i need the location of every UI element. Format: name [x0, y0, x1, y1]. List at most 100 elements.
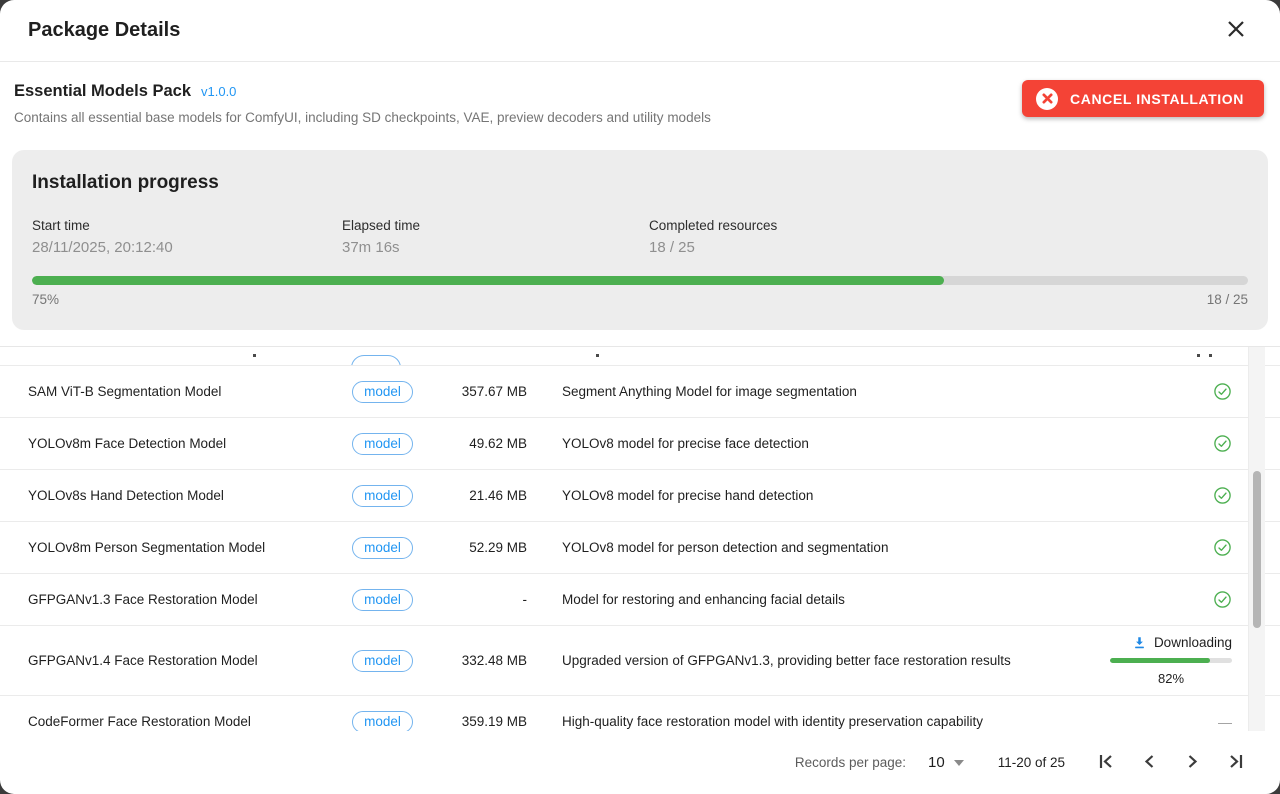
cancel-x-icon	[1036, 88, 1058, 110]
table-row: GFPGANv1.4 Face Restoration Model model …	[0, 626, 1280, 696]
records-per-page-select[interactable]: 10	[928, 754, 964, 771]
partial-text-fragment	[253, 354, 256, 357]
chevron-right-icon	[1184, 753, 1201, 773]
tag-cell: model	[340, 485, 425, 507]
partial-row	[0, 347, 1280, 366]
model-tag-chip: model	[352, 537, 413, 559]
model-size: 332.48 MB	[425, 653, 527, 668]
partial-text-fragment	[1197, 354, 1200, 357]
success-check-icon	[1213, 434, 1232, 453]
page-range-label: 11-20 of 25	[998, 755, 1065, 770]
download-progress-fill	[1110, 658, 1210, 663]
status-cell: —	[1092, 714, 1232, 730]
status-cell	[1092, 382, 1232, 401]
modal-title: Package Details	[28, 19, 180, 42]
model-tag-chip: model	[352, 433, 413, 455]
first-page-icon	[1098, 753, 1115, 773]
records-per-page-value: 10	[928, 754, 945, 771]
installation-progress-panel: Installation progress Start time 28/11/2…	[12, 150, 1268, 330]
last-page-icon	[1227, 753, 1244, 773]
model-tag-chip: model	[352, 650, 413, 672]
elapsed-time-label: Elapsed time	[342, 218, 649, 233]
success-check-icon	[1213, 486, 1232, 505]
model-description: Segment Anything Model for image segment…	[527, 384, 1092, 399]
progress-percent-label: 75%	[32, 292, 59, 307]
model-tag-chip: model	[352, 711, 413, 732]
download-percent-label: 82%	[1158, 671, 1184, 686]
model-size: 21.46 MB	[425, 488, 527, 503]
table-row: CodeFormer Face Restoration Model model …	[0, 696, 1280, 731]
package-name: Essential Models Pack	[14, 82, 191, 101]
download-status-block: Downloading 82%	[1110, 635, 1232, 686]
cancel-installation-button[interactable]: CANCEL INSTALLATION	[1022, 80, 1264, 117]
status-cell	[1092, 590, 1232, 609]
model-name: YOLOv8m Face Detection Model	[0, 436, 340, 451]
download-icon	[1132, 635, 1147, 650]
partial-text-fragment	[596, 354, 599, 357]
table-row: GFPGANv1.3 Face Restoration Model model …	[0, 574, 1280, 626]
elapsed-time-field: Elapsed time 37m 16s	[342, 218, 649, 256]
elapsed-time-value: 37m 16s	[342, 239, 649, 256]
model-tag-chip: model	[352, 381, 413, 403]
partial-text-fragment	[1209, 354, 1212, 357]
last-page-button[interactable]	[1224, 752, 1246, 774]
completed-resources-field: Completed resources 18 / 25	[649, 218, 777, 256]
pagination-bar: Records per page: 10 11-20 of 25	[0, 731, 1280, 794]
success-check-icon	[1213, 538, 1232, 557]
model-size: 357.67 MB	[425, 384, 527, 399]
progress-count-label: 18 / 25	[1207, 292, 1248, 307]
model-size: -	[425, 592, 527, 607]
close-button[interactable]	[1222, 17, 1250, 45]
package-header: Essential Models Pack v1.0.0 Contains al…	[0, 62, 1280, 150]
tag-cell: model	[340, 589, 425, 611]
progress-title: Installation progress	[32, 172, 1248, 194]
status-cell	[1092, 538, 1232, 557]
chevron-down-icon	[954, 760, 964, 766]
table-row: YOLOv8s Hand Detection Model model 21.46…	[0, 470, 1280, 522]
model-tag-chip: model	[352, 589, 413, 611]
download-status-label: Downloading	[1154, 635, 1232, 650]
model-description: YOLOv8 model for person detection and se…	[527, 540, 1092, 555]
modal-header: Package Details	[0, 0, 1280, 62]
chevron-left-icon	[1141, 753, 1158, 773]
status-cell: Downloading 82%	[1092, 635, 1232, 686]
model-size: 49.62 MB	[425, 436, 527, 451]
model-name: YOLOv8s Hand Detection Model	[0, 488, 340, 503]
model-description: Upgraded version of GFPGANv1.3, providin…	[527, 653, 1092, 668]
start-time-field: Start time 28/11/2025, 20:12:40	[32, 218, 342, 256]
model-table-body: SAM ViT-B Segmentation Model model 357.6…	[0, 366, 1280, 731]
model-size: 359.19 MB	[425, 714, 527, 729]
status-cell	[1092, 486, 1232, 505]
table-row: SAM ViT-B Segmentation Model model 357.6…	[0, 366, 1280, 418]
package-details-modal: Package Details Essential Models Pack v1…	[0, 0, 1280, 794]
start-time-label: Start time	[32, 218, 342, 233]
install-progress-fill	[32, 276, 944, 285]
previous-page-button[interactable]	[1138, 752, 1160, 774]
model-name: YOLOv8m Person Segmentation Model	[0, 540, 340, 555]
close-icon	[1227, 20, 1245, 41]
success-check-icon	[1213, 590, 1232, 609]
package-version: v1.0.0	[201, 84, 236, 99]
cancel-installation-label: CANCEL INSTALLATION	[1070, 91, 1244, 107]
tag-cell: model	[340, 381, 425, 403]
first-page-button[interactable]	[1095, 752, 1117, 774]
tag-cell: model	[340, 711, 425, 732]
model-size: 52.29 MB	[425, 540, 527, 555]
download-progress-bar	[1110, 658, 1232, 663]
tag-cell: model	[340, 537, 425, 559]
start-time-value: 28/11/2025, 20:12:40	[32, 239, 342, 256]
install-progress-bar	[32, 276, 1248, 285]
model-name: GFPGANv1.4 Face Restoration Model	[0, 653, 340, 668]
completed-resources-label: Completed resources	[649, 218, 777, 233]
model-description: YOLOv8 model for precise hand detection	[527, 488, 1092, 503]
table-scrollbar-track[interactable]	[1248, 347, 1265, 731]
pending-dash: —	[1218, 714, 1232, 730]
resources-table: SAM ViT-B Segmentation Model model 357.6…	[0, 346, 1280, 731]
next-page-button[interactable]	[1181, 752, 1203, 774]
model-name: SAM ViT-B Segmentation Model	[0, 384, 340, 399]
model-description: High-quality face restoration model with…	[527, 714, 1092, 729]
model-description: YOLOv8 model for precise face detection	[527, 436, 1092, 451]
records-per-page-label: Records per page:	[795, 755, 906, 770]
table-scrollbar-thumb[interactable]	[1253, 471, 1261, 628]
model-name: CodeFormer Face Restoration Model	[0, 714, 340, 729]
